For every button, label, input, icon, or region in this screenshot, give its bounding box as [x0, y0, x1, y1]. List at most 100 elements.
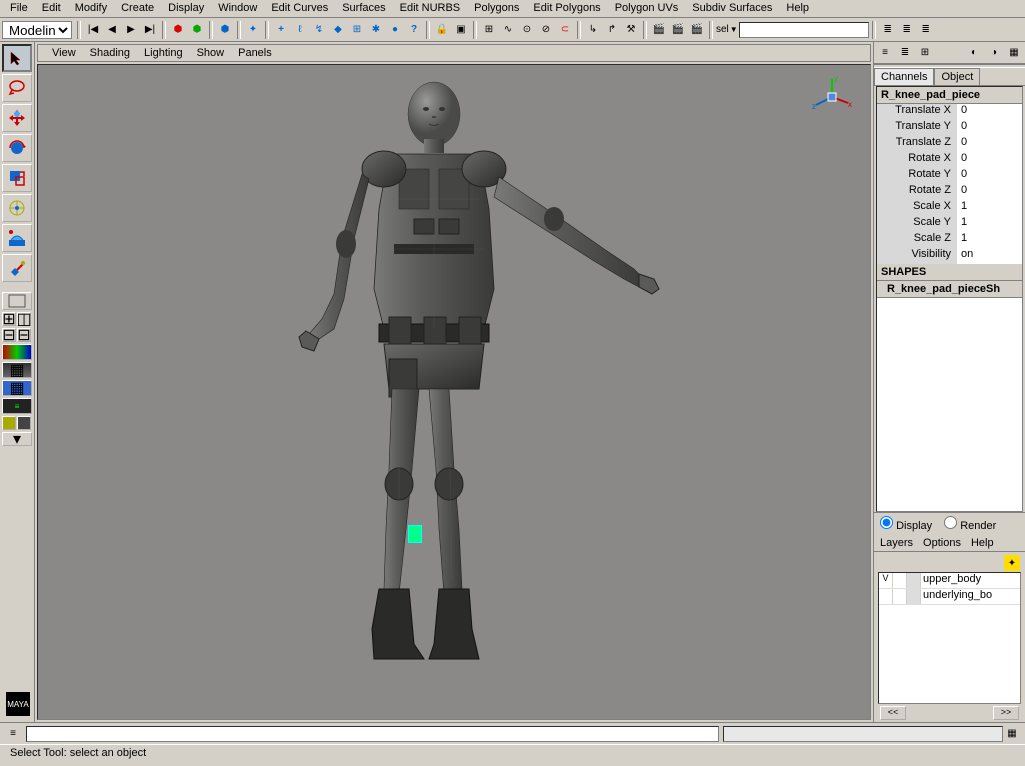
selected-knee-pad-highlight[interactable]: [408, 525, 422, 543]
layer-options-menu[interactable]: Options: [923, 537, 961, 549]
render-icon[interactable]: 🎬: [650, 21, 668, 39]
ch-rx-val[interactable]: 0: [957, 152, 1022, 168]
preset-2-icon[interactable]: [17, 416, 31, 430]
menu-display[interactable]: Display: [162, 2, 210, 15]
ch-sz-val[interactable]: 1: [957, 232, 1022, 248]
layout-2-icon[interactable]: ▦: [2, 362, 32, 378]
layer-vis-toggle[interactable]: [879, 589, 893, 604]
layer-color-swatch[interactable]: [907, 573, 921, 588]
ipr-icon[interactable]: 🎬: [669, 21, 687, 39]
four-pane-icon[interactable]: ⊞: [2, 312, 16, 326]
layer-color-swatch[interactable]: [907, 589, 921, 604]
snap-grid-icon[interactable]: ⊞: [480, 21, 498, 39]
menu-subdiv-surfaces[interactable]: Subdiv Surfaces: [686, 2, 778, 15]
frame-icon[interactable]: ⊞: [348, 21, 366, 39]
select-tool[interactable]: [2, 44, 32, 72]
menu-edit-polygons[interactable]: Edit Polygons: [527, 2, 606, 15]
ch-rz-val[interactable]: 0: [957, 184, 1022, 200]
ch-tx-val[interactable]: 0: [957, 104, 1022, 120]
channel-view-1-icon[interactable]: ≡: [876, 44, 894, 62]
help-icon[interactable]: ?: [405, 21, 423, 39]
channel-box-icon[interactable]: ▦: [1005, 44, 1023, 62]
scroll-left-button[interactable]: <<: [880, 706, 906, 720]
scale-tool[interactable]: [2, 164, 32, 192]
object-name-header[interactable]: R_knee_pad_piece: [877, 87, 1022, 104]
play-fwd-icon[interactable]: ▶: [122, 21, 140, 39]
layer-type-toggle[interactable]: [893, 573, 907, 588]
menu-surfaces[interactable]: Surfaces: [336, 2, 391, 15]
more-layouts-icon[interactable]: ▾: [2, 432, 32, 446]
magnet-icon[interactable]: ⊂: [556, 21, 574, 39]
vp-menu-view[interactable]: View: [46, 47, 82, 59]
paint-tool[interactable]: [2, 254, 32, 282]
two-pane-v-icon[interactable]: ◫: [17, 312, 31, 326]
hierarchy-icon[interactable]: ⬢: [169, 21, 187, 39]
manipulator-tool[interactable]: [2, 194, 32, 222]
play-back-icon[interactable]: ◀: [103, 21, 121, 39]
command-input[interactable]: [26, 726, 719, 742]
ch-ty-val[interactable]: 0: [957, 120, 1022, 136]
vp-menu-panels[interactable]: Panels: [232, 47, 278, 59]
layout-3-icon[interactable]: ▦: [2, 380, 32, 396]
ch-tz-val[interactable]: 0: [957, 136, 1022, 152]
layer-help-menu[interactable]: Help: [971, 537, 994, 549]
rotate-tool[interactable]: [2, 134, 32, 162]
attr-editor-icon[interactable]: ◐: [965, 44, 983, 62]
layer-name[interactable]: underlying_bo: [921, 589, 1020, 604]
two-pane-h-icon[interactable]: ⊟: [2, 328, 16, 342]
step-fwd-icon[interactable]: ▶|: [141, 21, 159, 39]
surface-icon[interactable]: ◆: [329, 21, 347, 39]
plus-icon[interactable]: +: [272, 21, 290, 39]
ch-ry-val[interactable]: 0: [957, 168, 1022, 184]
menu-create[interactable]: Create: [115, 2, 160, 15]
layer-row-upper-body[interactable]: V upper_body: [879, 573, 1020, 589]
reverse-icon[interactable]: ↯: [310, 21, 328, 39]
perspective-viewport[interactable]: y x z: [37, 64, 871, 720]
sphere-icon[interactable]: ●: [386, 21, 404, 39]
list-icon-2[interactable]: ≣: [898, 21, 916, 39]
output-icon[interactable]: ↱: [603, 21, 621, 39]
lock-icon[interactable]: 🔒: [433, 21, 451, 39]
menu-modify[interactable]: Modify: [69, 2, 113, 15]
selection-input[interactable]: [739, 22, 869, 38]
component-icon[interactable]: ⬢: [216, 21, 234, 39]
layout-4-icon[interactable]: ≡: [2, 398, 32, 414]
menu-polygons[interactable]: Polygons: [468, 2, 525, 15]
soft-mod-tool[interactable]: [2, 224, 32, 252]
layout-1-icon[interactable]: [2, 344, 32, 360]
menu-edit-curves[interactable]: Edit Curves: [265, 2, 334, 15]
ch-sx-val[interactable]: 1: [957, 200, 1022, 216]
obj-icon[interactable]: ⬢: [188, 21, 206, 39]
snap-point-icon[interactable]: ⊙: [518, 21, 536, 39]
layer-vis-toggle[interactable]: V: [879, 573, 893, 588]
three-pane-icon[interactable]: ⊟: [17, 328, 31, 342]
single-pane-icon[interactable]: [2, 292, 32, 310]
ch-vis-val[interactable]: on: [957, 248, 1022, 264]
list-icon-3[interactable]: ≣: [917, 21, 935, 39]
layer-name[interactable]: upper_body: [921, 573, 1020, 588]
vertex-icon[interactable]: ✦: [244, 21, 262, 39]
render-globals-icon[interactable]: 🎬: [688, 21, 706, 39]
select-bound-icon[interactable]: ▣: [452, 21, 470, 39]
menu-file[interactable]: File: [4, 2, 34, 15]
step-back-icon[interactable]: |◀: [84, 21, 102, 39]
vp-menu-shading[interactable]: Shading: [84, 47, 136, 59]
layer-row-underlying[interactable]: underlying_bo: [879, 589, 1020, 605]
ch-sy-val[interactable]: 1: [957, 216, 1022, 232]
spark-icon[interactable]: ✱: [367, 21, 385, 39]
layers-menu[interactable]: Layers: [880, 537, 913, 549]
render-radio[interactable]: Render: [944, 516, 996, 532]
input-icon[interactable]: ↳: [584, 21, 602, 39]
vp-menu-show[interactable]: Show: [191, 47, 231, 59]
list-icon-1[interactable]: ≣: [879, 21, 897, 39]
move-tool[interactable]: [2, 104, 32, 132]
menu-window[interactable]: Window: [212, 2, 263, 15]
snap-plane-icon[interactable]: ⊘: [537, 21, 555, 39]
channel-view-2-icon[interactable]: ≣: [896, 44, 914, 62]
display-radio[interactable]: Display: [880, 516, 932, 532]
tool-settings-icon[interactable]: ◑: [985, 44, 1003, 62]
scroll-right-button[interactable]: >>: [993, 706, 1019, 720]
snap-curve-icon[interactable]: ∿: [499, 21, 517, 39]
mel-toggle-icon[interactable]: ≡: [4, 725, 22, 743]
menu-help[interactable]: Help: [780, 2, 815, 15]
